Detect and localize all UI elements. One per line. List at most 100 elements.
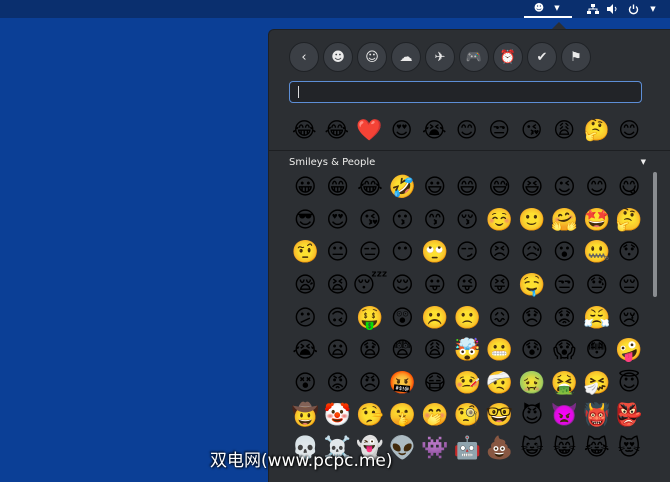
emoji-cell[interactable]: 😺 <box>516 433 548 466</box>
emoji-cell[interactable]: 😮 <box>548 237 580 270</box>
emoji-cell[interactable]: 😕 <box>289 302 321 335</box>
emoji-cell[interactable]: 😦 <box>321 335 353 368</box>
emoji-cell[interactable]: 😋 <box>613 172 645 205</box>
emoji-cell[interactable]: 😖 <box>483 302 515 335</box>
recent-emoji[interactable]: 😂 <box>322 115 353 146</box>
emoji-cell[interactable]: 😟 <box>548 302 580 335</box>
emoji-cell[interactable]: 😓 <box>581 270 613 303</box>
emoji-cell[interactable]: 😻 <box>613 433 645 466</box>
emoji-cell[interactable]: 👺 <box>613 400 645 433</box>
emoji-cell[interactable]: 😌 <box>386 270 418 303</box>
emoji-cell[interactable]: 👹 <box>581 400 613 433</box>
emoji-cell[interactable]: 😏 <box>451 237 483 270</box>
emoji-cell[interactable]: 😣 <box>483 237 515 270</box>
emoji-cell[interactable]: 😊 <box>581 172 613 205</box>
emoji-cell[interactable]: 😯 <box>613 237 645 270</box>
emoji-cell[interactable]: 😚 <box>451 205 483 238</box>
category-button-back[interactable]: ‹ <box>289 42 319 72</box>
emoji-cell[interactable]: 😁 <box>321 172 353 205</box>
emoji-cell[interactable]: 🤐 <box>581 237 613 270</box>
emoji-cell[interactable]: 😀 <box>289 172 321 205</box>
recent-emoji[interactable]: 😘 <box>517 115 548 146</box>
scrollbar[interactable] <box>653 172 657 297</box>
emoji-cell[interactable]: 😛 <box>419 270 451 303</box>
emoji-cell[interactable]: 🤖 <box>451 433 483 466</box>
emoji-cell[interactable]: 🤠 <box>289 400 321 433</box>
recent-emoji[interactable]: 😂 <box>289 115 320 146</box>
category-button-travel[interactable]: ✈ <box>425 42 455 72</box>
emoji-cell[interactable]: 🤧 <box>581 368 613 401</box>
emoji-cell[interactable]: 😴 <box>352 270 387 303</box>
emoji-cell[interactable]: 😅 <box>483 172 515 205</box>
emoji-cell[interactable]: 🤣 <box>386 172 418 205</box>
emoji-cell[interactable]: 👾 <box>419 433 451 466</box>
emoji-cell[interactable]: 😷 <box>419 368 451 401</box>
category-button-people[interactable]: ☺ <box>357 42 387 72</box>
emoji-cell[interactable]: 😇 <box>613 368 645 401</box>
category-button-symbols[interactable]: ✔ <box>527 42 557 72</box>
recent-emoji[interactable]: 😩 <box>549 115 580 146</box>
emoji-cell[interactable]: 😢 <box>613 302 645 335</box>
emoji-cell[interactable]: 🤥 <box>354 400 386 433</box>
recent-emoji[interactable]: 🤔 <box>582 115 613 146</box>
emoji-cell[interactable]: 👿 <box>548 400 580 433</box>
emoji-cell[interactable]: 😃 <box>419 172 451 205</box>
emoji-cell[interactable]: 😸 <box>548 433 580 466</box>
emoji-cell[interactable]: 😤 <box>581 302 613 335</box>
emoji-cell[interactable]: 🙂 <box>516 205 548 238</box>
category-button-objects[interactable]: ⏰ <box>493 42 523 72</box>
emoji-cell[interactable]: 🤪 <box>613 335 645 368</box>
emoji-indicator[interactable]: ☻ ▼ <box>524 0 572 18</box>
emoji-cell[interactable]: 🤕 <box>483 368 515 401</box>
recent-emoji[interactable]: 😍 <box>387 115 418 146</box>
emoji-cell[interactable]: 😄 <box>451 172 483 205</box>
recent-emoji[interactable]: 😊 <box>452 115 483 146</box>
category-button-activities[interactable]: 🎮 <box>459 42 489 72</box>
emoji-cell[interactable]: 🤓 <box>483 400 515 433</box>
emoji-cell[interactable]: 😍 <box>321 205 353 238</box>
recent-emoji[interactable]: 😭 <box>419 115 450 146</box>
emoji-cell[interactable]: 😑 <box>354 237 386 270</box>
emoji-cell[interactable]: 🤒 <box>451 368 483 401</box>
emoji-cell[interactable]: 🤑 <box>354 302 386 335</box>
emoji-cell[interactable]: 😧 <box>354 335 386 368</box>
emoji-cell[interactable]: 😬 <box>483 335 515 368</box>
emoji-cell[interactable]: 🙁 <box>451 302 483 335</box>
emoji-cell[interactable]: 😔 <box>613 270 645 303</box>
emoji-cell[interactable]: 😥 <box>516 237 548 270</box>
emoji-cell[interactable]: 🤬 <box>386 368 418 401</box>
category-button-flags[interactable]: ⚑ <box>561 42 591 72</box>
emoji-cell[interactable]: 😭 <box>289 335 321 368</box>
emoji-cell[interactable]: 😳 <box>581 335 613 368</box>
emoji-cell[interactable]: 🤔 <box>613 205 645 238</box>
emoji-search-input[interactable] <box>289 81 642 103</box>
emoji-cell[interactable]: 😈 <box>516 400 548 433</box>
emoji-cell[interactable]: 😲 <box>386 302 418 335</box>
emoji-cell[interactable]: 😨 <box>386 335 418 368</box>
status-menu[interactable]: ▼ <box>586 2 660 16</box>
emoji-cell[interactable]: 😵 <box>289 368 321 401</box>
emoji-cell[interactable]: ☺️ <box>483 205 515 238</box>
recent-emoji[interactable]: 😊 <box>614 115 645 146</box>
emoji-cell[interactable]: 😝 <box>483 270 515 303</box>
emoji-cell[interactable]: 🤩 <box>581 205 613 238</box>
emoji-cell[interactable]: 😐 <box>321 237 353 270</box>
emoji-cell[interactable]: 🤯 <box>451 335 483 368</box>
emoji-cell[interactable]: 🤨 <box>289 237 321 270</box>
emoji-cell[interactable]: ☹️ <box>419 302 451 335</box>
recent-emoji[interactable]: ❤️ <box>354 115 385 146</box>
emoji-cell[interactable]: 😒 <box>548 270 580 303</box>
emoji-cell[interactable]: 😫 <box>321 270 353 303</box>
emoji-cell[interactable]: 💩 <box>483 433 515 466</box>
emoji-cell[interactable]: 🧐 <box>451 400 483 433</box>
emoji-cell[interactable]: 🙄 <box>419 237 451 270</box>
emoji-cell[interactable]: 😡 <box>321 368 353 401</box>
emoji-cell[interactable]: 🤡 <box>321 400 353 433</box>
emoji-cell[interactable]: 😗 <box>386 205 418 238</box>
emoji-cell[interactable]: 😱 <box>548 335 580 368</box>
emoji-cell[interactable]: 😩 <box>419 335 451 368</box>
emoji-cell[interactable]: 😞 <box>516 302 548 335</box>
emoji-cell[interactable]: 🤤 <box>516 270 548 303</box>
emoji-cell[interactable]: 😘 <box>354 205 386 238</box>
emoji-cell[interactable]: 😰 <box>516 335 548 368</box>
